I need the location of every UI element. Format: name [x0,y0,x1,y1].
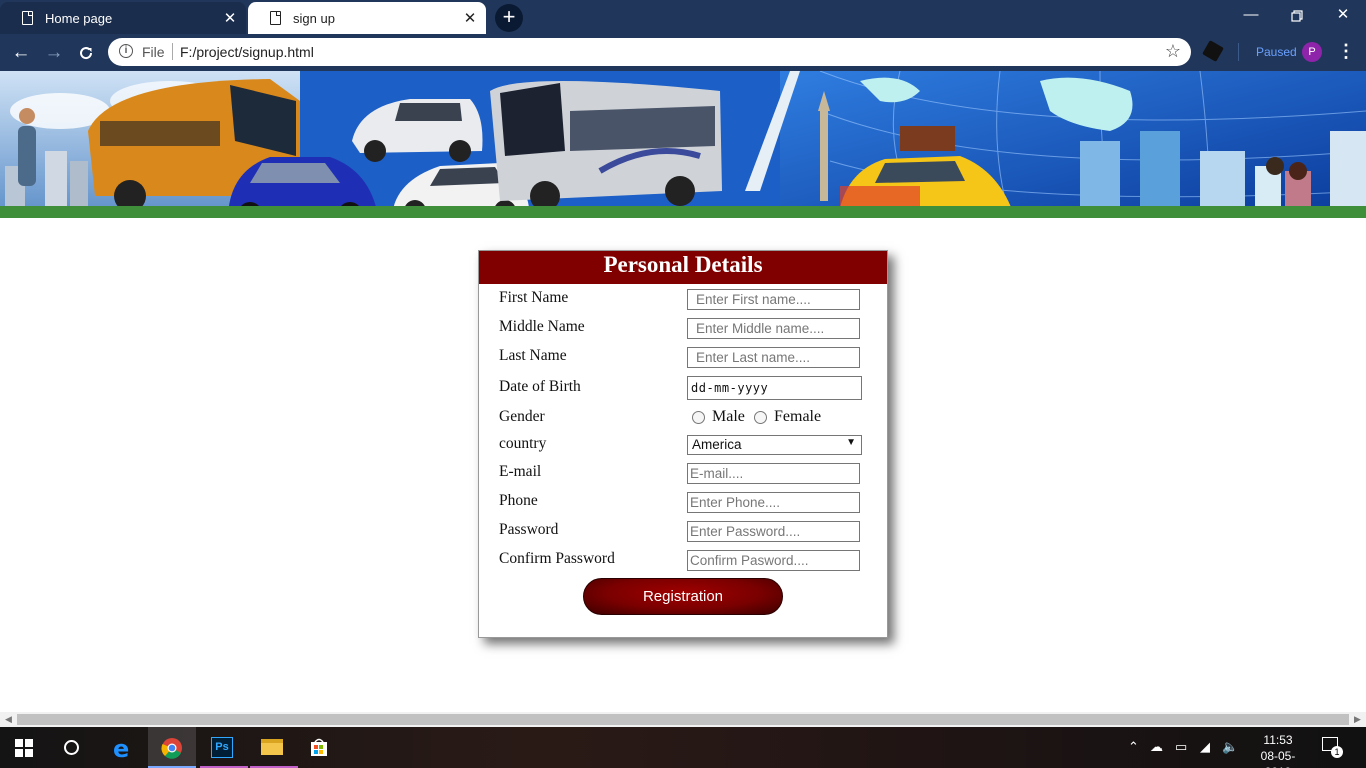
store-icon [311,738,327,756]
form-title: Personal Details [479,251,887,284]
windows-start-icon [15,739,33,757]
bookmark-star-icon[interactable]: ☆ [1165,41,1181,62]
notification-count-badge: 1 [1331,746,1343,758]
profile-avatar[interactable]: P [1302,42,1322,62]
middle-name-input[interactable]: Enter Middle name.... [687,318,860,339]
close-window-button[interactable]: ✕ [1320,4,1366,28]
address-bar[interactable]: i File F:/project/signup.html ☆ [108,38,1191,66]
edge-button[interactable]: e [99,727,147,768]
date-of-birth-input[interactable]: dd-mm-yyyy [687,376,862,400]
phone-input[interactable]: Enter Phone.... [687,492,860,513]
new-tab-button[interactable]: + [495,4,523,32]
male-radio[interactable] [692,411,705,424]
photoshop-button[interactable]: Ps [200,727,248,768]
country-selected-value: America [692,437,742,452]
reload-button[interactable] [73,40,99,66]
volume-icon[interactable]: 🔈 [1222,739,1238,755]
password-label: Password [499,521,559,538]
horizontal-scrollbar[interactable]: ◀ ▶ [0,712,1366,727]
row-first-name: First Name Enter First name.... [499,289,869,311]
menu-kebab-icon[interactable]: ⋮ [1337,40,1355,62]
row-country: country America ▼ [499,435,869,457]
scroll-left-arrow-icon[interactable]: ◀ [5,714,12,725]
reload-icon [80,47,93,60]
minimize-button[interactable]: — [1228,4,1274,28]
row-email: E-mail E-mail.... [499,463,869,485]
sync-status[interactable]: Paused [1256,45,1297,59]
store-button[interactable] [296,727,344,768]
start-button[interactable] [0,727,48,768]
restore-icon [1291,10,1303,22]
chrome-icon [161,738,182,759]
row-password: Password Enter Password.... [499,521,869,543]
close-tab-icon[interactable]: ✕ [460,9,480,27]
scrollbar-thumb[interactable] [17,714,1349,725]
chrome-button[interactable] [148,727,196,768]
confirm-password-input[interactable]: Confirm Pasword.... [687,550,860,571]
edge-icon: e [113,735,130,763]
divider [172,43,173,60]
document-icon [22,11,33,25]
last-name-input[interactable]: Enter Last name.... [687,347,860,368]
tab-home-page[interactable]: Home page ✕ [0,2,246,34]
cortana-icon [64,740,79,755]
toolbar-divider [1238,43,1239,61]
scheme-label: File [142,44,165,60]
email-label: E-mail [499,463,542,480]
banner-illustration [0,71,1366,218]
row-gender: Gender Male Female [499,408,869,430]
personal-details-form: Personal Details First Name Enter First … [478,250,888,638]
row-last-name: Last Name Enter Last name.... [499,347,869,369]
notification-center-button[interactable]: 1 [1322,737,1343,758]
tab-title: Home page [45,10,113,26]
browser-toolbar: ← → i File F:/project/signup.html ☆ [0,34,1366,71]
back-button[interactable]: ← [8,40,34,66]
forward-button[interactable]: → [41,40,67,66]
gender-label: Gender [499,408,545,425]
browser-tab-strip: Home page ✕ sign up ✕ + — ✕ [0,0,1366,34]
first-name-input[interactable]: Enter First name.... [687,289,860,310]
file-explorer-icon [261,739,283,755]
restore-button[interactable] [1274,4,1320,28]
cortana-button[interactable] [48,727,96,768]
info-icon[interactable]: i [119,44,133,58]
clock-time: 11:53 [1263,733,1293,747]
tab-title: sign up [293,10,335,26]
dropdown-arrow-icon: ▼ [846,437,856,448]
scroll-right-arrow-icon[interactable]: ▶ [1354,714,1361,725]
password-input[interactable]: Enter Password.... [687,521,860,542]
onedrive-cloud-icon[interactable]: ☁ [1150,739,1163,755]
battery-icon[interactable]: ▭ [1175,739,1187,755]
document-icon [270,11,281,25]
male-label: Male [712,408,745,425]
country-select[interactable]: America ▼ [687,435,862,455]
travel-banner-image [0,71,1366,218]
photoshop-icon: Ps [211,737,233,758]
row-confirm-password: Confirm Password Confirm Pasword.... [499,550,869,572]
row-phone: Phone Enter Phone.... [499,492,869,514]
email-input[interactable]: E-mail.... [687,463,860,484]
close-tab-icon[interactable]: ✕ [220,9,240,27]
date-of-birth-label: Date of Birth [499,378,581,395]
clock-date: 08-05-2019 [1260,749,1296,768]
female-radio[interactable] [754,411,767,424]
wifi-icon[interactable]: ◢ [1200,739,1210,755]
country-label: country [499,435,547,452]
row-middle-name: Middle Name Enter Middle name.... [499,318,869,340]
tab-sign-up[interactable]: sign up ✕ [248,2,486,34]
middle-name-label: Middle Name [499,318,585,335]
last-name-label: Last Name [499,347,567,364]
windows-taskbar: e Ps ⌃ ☁ ▭ ◢ 🔈 11:53 08-05-2019 1 [0,727,1366,768]
show-hidden-icons-chevron-icon[interactable]: ⌃ [1128,739,1139,755]
row-date-of-birth: Date of Birth dd-mm-yyyy [499,376,869,404]
file-explorer-button[interactable] [250,727,298,768]
url-text[interactable]: F:/project/signup.html [180,44,314,60]
confirm-password-label: Confirm Password [499,550,615,567]
registration-button[interactable]: Registration [583,578,783,615]
female-label: Female [774,408,822,425]
phone-label: Phone [499,492,538,509]
system-clock[interactable]: 11:53 08-05-2019 [1248,732,1308,768]
first-name-label: First Name [499,289,569,306]
